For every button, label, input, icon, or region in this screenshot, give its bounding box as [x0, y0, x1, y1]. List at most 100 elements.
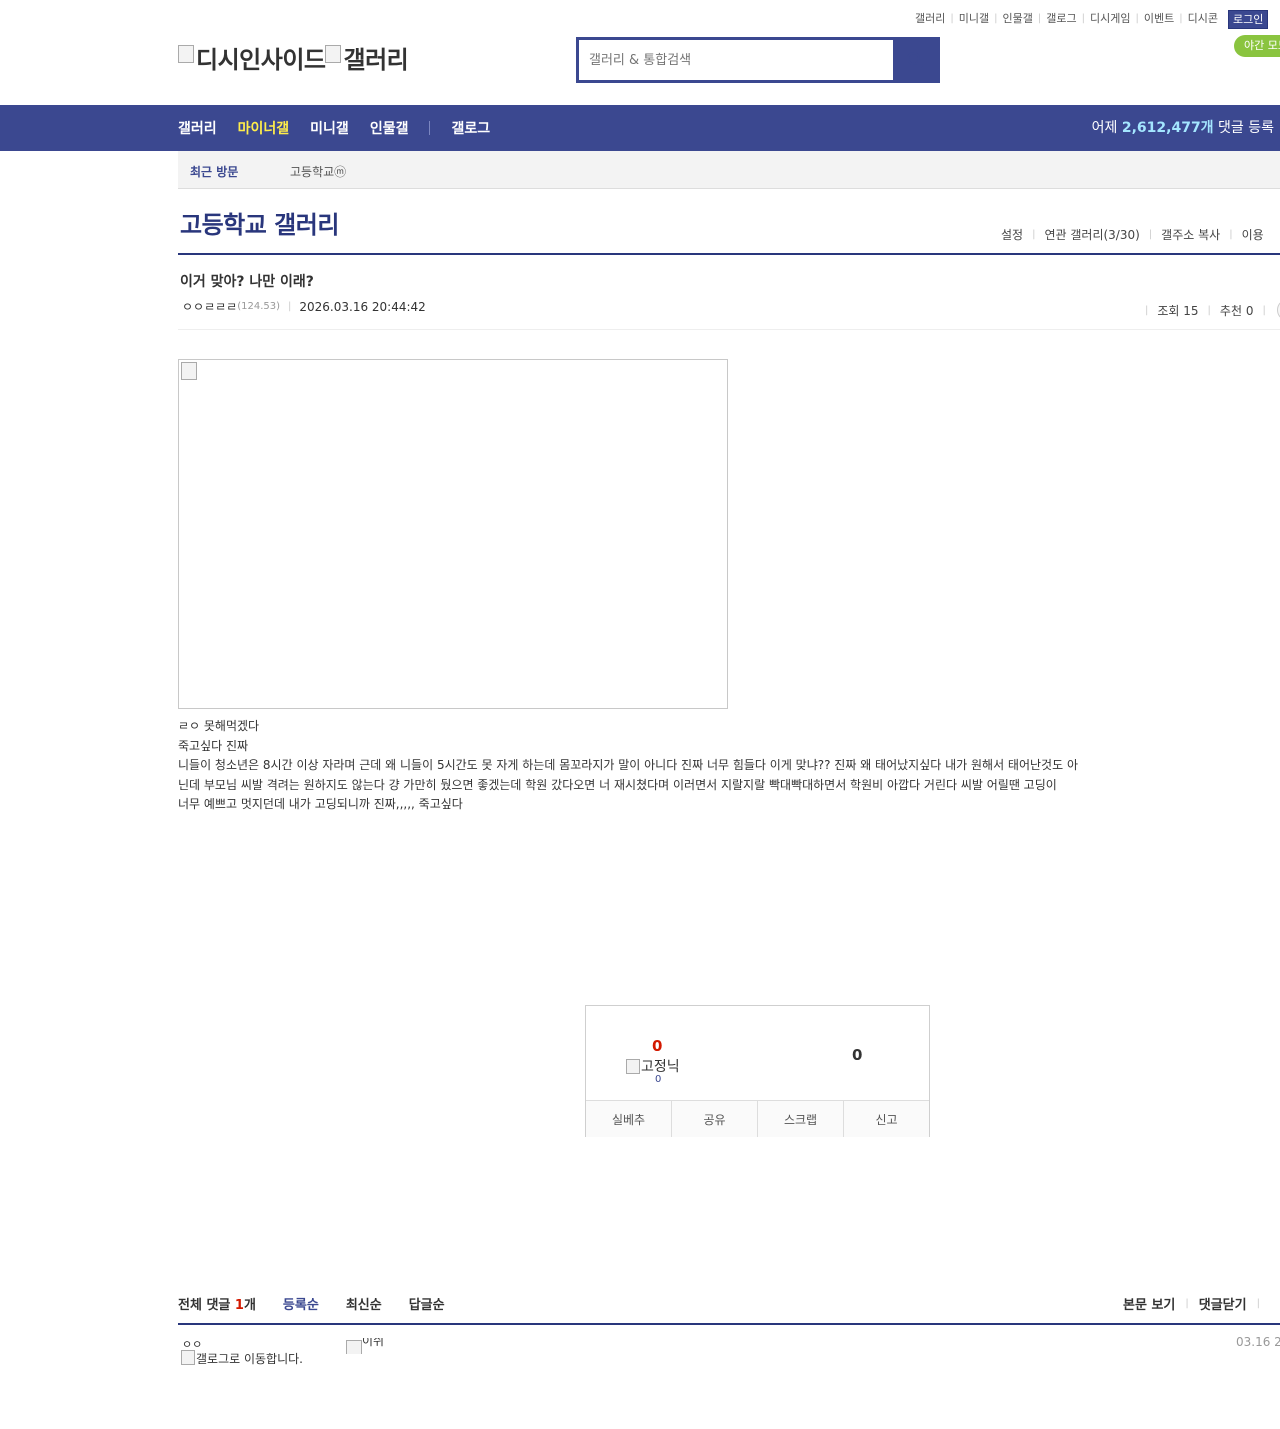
- separator: |: [1179, 12, 1183, 24]
- upvote-count: 0: [652, 1037, 663, 1055]
- separator: |: [1135, 12, 1139, 24]
- broken-image-icon: [181, 1350, 195, 1365]
- top-link-dcgame[interactable]: 디시게임: [1090, 10, 1130, 26]
- gallery-settings-link[interactable]: 설정: [1001, 226, 1023, 243]
- post-header-divider: [178, 329, 1280, 330]
- recent-visit-item[interactable]: 고등학교ⓜ: [290, 163, 346, 180]
- report-button[interactable]: 신고: [844, 1101, 929, 1137]
- nav-item-persongall[interactable]: 인물갤: [370, 118, 409, 138]
- post-author-nick[interactable]: ㅇㅇㄹㄹㄹ: [182, 298, 237, 315]
- gallery-title-divider: [178, 253, 1280, 255]
- stat-suffix: 댓글 등록: [1213, 120, 1274, 136]
- main-nav: 갤러리 마이너갤 미니갤 인물갤 갤로그: [178, 105, 511, 151]
- sort-by-latest[interactable]: 최신순: [346, 1294, 382, 1313]
- sort-by-registered[interactable]: 등록순: [283, 1294, 319, 1313]
- separator: |: [1256, 1298, 1260, 1309]
- comment-header-actions: 본문 보기 | 댓글닫기 |: [1123, 1294, 1270, 1313]
- top-link-gallery[interactable]: 갤러리: [915, 10, 945, 26]
- post-image[interactable]: [178, 359, 728, 709]
- separator: |: [1229, 229, 1233, 240]
- night-mode-button[interactable]: 야간 모드: [1234, 35, 1280, 57]
- comment-gallog-alt: 갤로그로 이동합니다.: [196, 1352, 303, 1366]
- top-link-minigall[interactable]: 미니갤: [959, 10, 989, 26]
- scrap-button[interactable]: 스크랩: [758, 1101, 844, 1137]
- stat-prefix: 어제: [1091, 120, 1122, 136]
- post-body-line: ㄹㅇ 못해먹겠다: [178, 719, 260, 733]
- top-link-gallog[interactable]: 갤로그: [1046, 10, 1076, 26]
- login-button[interactable]: 로그인: [1228, 10, 1269, 29]
- fixed-nick-count: 0: [655, 1074, 662, 1085]
- separator: |: [1262, 304, 1266, 316]
- broken-image-icon: [346, 1340, 362, 1354]
- gallery-menu: 설정 | 연관 갤러리(3/30) | 갤주소 복사 | 이용: [1001, 226, 1264, 243]
- search-input[interactable]: [579, 40, 893, 80]
- search-box: [576, 37, 940, 83]
- separator: |: [1032, 229, 1036, 240]
- view-body-button[interactable]: 본문 보기: [1123, 1294, 1175, 1313]
- comment-total: 전체 댓글 1개: [178, 1294, 256, 1313]
- fixed-nick-upvote-button[interactable]: 고정닉: [626, 1056, 680, 1076]
- nav-divider: [429, 121, 431, 135]
- comment-date: 03.16 20: [1236, 1335, 1280, 1349]
- nav-item-minorgall[interactable]: 마이너갤: [238, 118, 290, 138]
- separator: |: [1207, 304, 1211, 316]
- post-date: 2026.03.16 20:44:42: [299, 299, 426, 314]
- copy-gallery-url-link[interactable]: 갤주소 복사: [1161, 226, 1220, 243]
- best-recommend-button[interactable]: 실베추: [586, 1101, 672, 1137]
- recent-visit-title[interactable]: 최근 방문: [190, 163, 238, 180]
- post-stats: | 조회 15 | 추천 0 |: [1136, 299, 1280, 321]
- recommend-actions: 실베추 공유 스크랩 신고: [586, 1100, 929, 1137]
- separator: |: [994, 12, 998, 24]
- top-link-dccon[interactable]: 디시콘: [1188, 10, 1218, 26]
- post-author-ip: (124.53): [237, 301, 280, 312]
- post-body-line: 죽고싶다 진짜: [178, 738, 249, 753]
- close-comments-button[interactable]: 댓글닫기: [1199, 1294, 1247, 1313]
- comment-header: 전체 댓글 1개 등록순 최신순 답글순: [178, 1294, 472, 1313]
- separator: |: [1037, 12, 1042, 24]
- comment-stat: 어제 2,612,477개 댓글 등록: [1092, 105, 1274, 151]
- comment-image[interactable]: 이쉬: [346, 1338, 391, 1354]
- comment-image-alt: 이쉬: [362, 1338, 385, 1348]
- comment-divider: [178, 1323, 1280, 1325]
- top-links: 갤러리 | 미니갤 | 인물갤 | 갤로그 | 디시게임 | 이벤트 | 디시콘: [915, 10, 1218, 26]
- recent-visit-bar: 최근 방문 고등학교ⓜ: [178, 151, 1280, 189]
- comment-total-unit: 개: [243, 1298, 256, 1313]
- logo-text-dcinside: 디시인사이드: [196, 46, 326, 74]
- separator: |: [950, 12, 954, 24]
- related-gallery-link[interactable]: 연관 갤러리(3/30): [1044, 226, 1139, 243]
- separator: |: [288, 301, 292, 312]
- recommend-box: 0 고정닉 0 0 실베추 공유 스크랩 신고: [585, 1005, 930, 1137]
- downvote-count[interactable]: 0: [852, 1046, 862, 1064]
- comment-gallog-link[interactable]: 갤로그로 이동합니다.: [181, 1350, 316, 1366]
- gallery-usage-link[interactable]: 이용: [1242, 226, 1264, 243]
- gallery-title[interactable]: 고등학교 갤러리: [180, 205, 339, 240]
- comment-total-label: 전체 댓글: [178, 1298, 235, 1313]
- broken-image-icon: [181, 362, 197, 380]
- separator: |: [1145, 304, 1149, 316]
- broken-image-icon: [626, 1058, 640, 1074]
- nav-item-minigall[interactable]: 미니갤: [310, 118, 349, 138]
- search-button[interactable]: [893, 40, 937, 80]
- post-recommend-count: 추천 0: [1219, 303, 1254, 318]
- site-logo[interactable]: 디시인사이드 갤러리: [178, 40, 409, 75]
- post-body-line: 니들이 청소년은 8시간 이상 자라며 근데 왜 니들이 5시간도 못 자게 하…: [178, 758, 1078, 792]
- post-title: 이거 맞아? 나만 이래?: [180, 274, 314, 290]
- top-link-event[interactable]: 이벤트: [1144, 10, 1174, 26]
- share-button[interactable]: 공유: [672, 1101, 758, 1137]
- nav-item-gallery[interactable]: 갤러리: [178, 118, 217, 138]
- fixed-nick-label: 고정닉: [641, 1059, 680, 1075]
- broken-image-icon: [325, 44, 342, 63]
- stat-number: 2,612,477개: [1121, 120, 1214, 136]
- broken-image-icon: [178, 44, 194, 63]
- comment-total-count: 1: [234, 1298, 244, 1313]
- nav-item-gallog[interactable]: 갤로그: [451, 118, 490, 138]
- logo-text-gallery: 갤러리: [343, 46, 409, 74]
- post-views: 조회 15: [1157, 303, 1199, 318]
- top-link-persongall[interactable]: 인물갤: [1003, 10, 1033, 26]
- sort-by-replies[interactable]: 답글순: [409, 1294, 445, 1313]
- post-body-line: 너무 예쁘고 멋지던데 내가 고딩되니까 진짜,,,,, 죽고싶다: [178, 797, 463, 811]
- separator: |: [1185, 1298, 1189, 1309]
- search-icon: [907, 52, 923, 68]
- post-author-info: ㅇㅇㄹㄹㄹ (124.53) | 2026.03.16 20:44:42: [182, 298, 426, 315]
- post-body: ㄹㅇ 못해먹겠다 죽고싶다 진짜 니들이 청소년은 8시간 이상 자라며 근데 …: [178, 717, 1078, 815]
